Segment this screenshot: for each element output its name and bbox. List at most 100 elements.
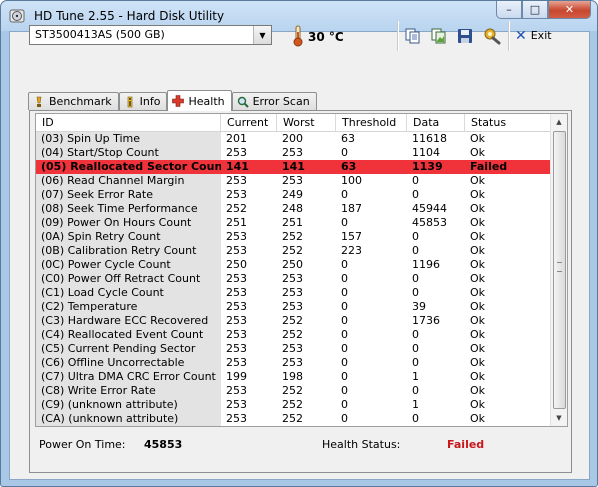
column-header-data[interactable]: Data bbox=[407, 114, 465, 131]
table-cell-data: 45853 bbox=[412, 216, 447, 229]
table-row[interactable]: (0C) Power Cycle Count 250 250 0 1196 Ok bbox=[36, 258, 552, 272]
app-window: HD Tune 2.55 - Hard Disk Utility – □ ✕ S… bbox=[0, 0, 598, 487]
table-cell-worst: 252 bbox=[282, 398, 303, 411]
table-cell-id: (0B) Calibration Retry Count bbox=[36, 244, 221, 258]
table-row[interactable]: (04) Start/Stop Count 253 253 0 1104 Ok bbox=[36, 146, 552, 160]
table-cell-status: Ok bbox=[470, 202, 486, 215]
table-cell-current: 253 bbox=[226, 272, 247, 285]
table-cell-data: 0 bbox=[412, 188, 419, 201]
window-title: HD Tune 2.55 - Hard Disk Utility bbox=[34, 9, 225, 23]
table-header: ID Current Worst Threshold Data Status bbox=[36, 114, 552, 132]
table-cell-worst: 253 bbox=[282, 300, 303, 313]
table-cell-id: (03) Spin Up Time bbox=[36, 132, 221, 146]
table-row[interactable]: (C5) Current Pending Sector 253 253 0 0 Ok bbox=[36, 342, 552, 356]
table-cell-id: (06) Read Channel Margin bbox=[36, 174, 221, 188]
table-cell-worst: 253 bbox=[282, 342, 303, 355]
table-cell-threshold: 0 bbox=[341, 146, 348, 159]
table-cell-id: (C5) Current Pending Sector bbox=[36, 342, 221, 356]
scroll-down-arrow-icon[interactable]: ▼ bbox=[551, 410, 567, 426]
tab-benchmark[interactable]: Benchmark bbox=[28, 92, 119, 110]
table-cell-current: 253 bbox=[226, 314, 247, 327]
table-cell-data: 1 bbox=[412, 370, 419, 383]
table-cell-worst: 253 bbox=[282, 272, 303, 285]
table-row[interactable]: (06) Read Channel Margin 253 253 100 0 Ok bbox=[36, 174, 552, 188]
column-header-current[interactable]: Current bbox=[221, 114, 277, 131]
vertical-scrollbar[interactable]: ▲ ▼ bbox=[550, 114, 567, 426]
table-cell-status: Ok bbox=[470, 384, 486, 397]
table-cell-threshold: 100 bbox=[341, 174, 362, 187]
close-button[interactable]: ✕ bbox=[548, 1, 591, 19]
tab-health[interactable]: Health bbox=[167, 90, 232, 111]
table-cell-threshold: 0 bbox=[341, 286, 348, 299]
table-row[interactable]: (0A) Spin Retry Count 253 252 157 0 Ok bbox=[36, 230, 552, 244]
table-body: (03) Spin Up Time 201 200 63 11618 Ok (04) Sta… bbox=[36, 132, 552, 426]
table-cell-data: 1139 bbox=[412, 160, 443, 173]
column-header-worst[interactable]: Worst bbox=[277, 114, 336, 131]
table-cell-id: (C7) Ultra DMA CRC Error Count bbox=[36, 370, 221, 384]
copy-icon bbox=[405, 28, 420, 44]
column-header-status[interactable]: Status bbox=[465, 114, 552, 131]
health-cross-icon bbox=[172, 95, 185, 107]
hdtune-app-icon bbox=[9, 9, 25, 23]
maximize-button[interactable]: □ bbox=[522, 1, 548, 19]
table-row[interactable]: (05) Reallocated Sector Count 141 141 63 113… bbox=[36, 160, 552, 174]
copy-text-button[interactable] bbox=[403, 26, 423, 46]
table-cell-current: 201 bbox=[226, 132, 247, 145]
minimize-button[interactable]: – bbox=[496, 1, 522, 19]
exit-button[interactable]: ✕ Exit bbox=[515, 29, 552, 43]
health-status-label: Health Status: bbox=[322, 438, 401, 451]
table-cell-worst: 252 bbox=[282, 244, 303, 257]
smart-attributes-table[interactable]: ID Current Worst Threshold Data Status (… bbox=[35, 113, 568, 427]
table-cell-id: (09) Power On Hours Count bbox=[36, 216, 221, 230]
table-cell-current: 250 bbox=[226, 258, 247, 271]
drive-select[interactable]: ST3500413AS (500 GB) ▼ bbox=[29, 25, 272, 45]
copy-screenshot-button[interactable] bbox=[429, 26, 449, 46]
minimize-icon: – bbox=[506, 3, 512, 16]
table-cell-status: Ok bbox=[470, 398, 486, 411]
table-cell-id: (C3) Hardware ECC Recovered bbox=[36, 314, 221, 328]
table-cell-worst: 252 bbox=[282, 314, 303, 327]
table-cell-data: 1 bbox=[412, 398, 419, 411]
table-cell-threshold: 157 bbox=[341, 230, 362, 243]
table-cell-threshold: 0 bbox=[341, 314, 348, 327]
table-cell-data: 0 bbox=[412, 286, 419, 299]
table-row[interactable]: (C3) Hardware ECC Recovered 253 252 0 1736 Ok bbox=[36, 314, 552, 328]
table-cell-threshold: 0 bbox=[341, 398, 348, 411]
table-row[interactable]: (07) Seek Error Rate 253 249 0 0 Ok bbox=[36, 188, 552, 202]
status-area: Power On Time: 45853 Health Status: Fail… bbox=[39, 438, 559, 454]
table-row[interactable]: (CA) (unknown attribute) 253 252 0 0 Ok bbox=[36, 412, 552, 426]
tab-error-scan[interactable]: Error Scan bbox=[231, 92, 317, 110]
save-button[interactable] bbox=[455, 26, 475, 46]
table-cell-worst: 250 bbox=[282, 258, 303, 271]
table-row[interactable]: (C7) Ultra DMA CRC Error Count 199 198 0 1 Ok bbox=[36, 370, 552, 384]
table-cell-id: (C9) (unknown attribute) bbox=[36, 398, 221, 412]
table-row[interactable]: (C9) (unknown attribute) 253 252 0 1 Ok bbox=[36, 398, 552, 412]
chevron-down-icon[interactable]: ▼ bbox=[253, 26, 271, 44]
magnifier-icon bbox=[237, 96, 249, 108]
table-row[interactable]: (09) Power On Hours Count 251 251 0 45853 Ok bbox=[36, 216, 552, 230]
tab-info[interactable]: Info bbox=[118, 92, 168, 110]
scroll-up-arrow-icon[interactable]: ▲ bbox=[551, 114, 567, 130]
table-cell-data: 0 bbox=[412, 356, 419, 369]
column-header-threshold[interactable]: Threshold bbox=[336, 114, 407, 131]
scrollbar-thumb[interactable] bbox=[553, 131, 566, 409]
options-button[interactable] bbox=[482, 26, 502, 46]
table-row[interactable]: (C1) Load Cycle Count 253 253 0 0 Ok bbox=[36, 286, 552, 300]
power-on-time-value: 45853 bbox=[144, 438, 183, 451]
table-cell-threshold: 0 bbox=[341, 328, 348, 341]
table-row[interactable]: (C8) Write Error Rate 253 252 0 0 Ok bbox=[36, 384, 552, 398]
table-cell-threshold: 0 bbox=[341, 272, 348, 285]
column-header-id[interactable]: ID bbox=[36, 114, 221, 131]
table-row[interactable]: (C0) Power Off Retract Count 253 253 0 0 Ok bbox=[36, 272, 552, 286]
table-row[interactable]: (C2) Temperature 253 253 0 39 Ok bbox=[36, 300, 552, 314]
table-cell-id: (0A) Spin Retry Count bbox=[36, 230, 221, 244]
table-row[interactable]: (08) Seek Time Performance 252 248 187 45944… bbox=[36, 202, 552, 216]
table-row[interactable]: (C6) Offline Uncorrectable 253 253 0 0 Ok bbox=[36, 356, 552, 370]
table-row[interactable]: (C4) Reallocated Event Count 253 252 0 0 Ok bbox=[36, 328, 552, 342]
table-cell-threshold: 187 bbox=[341, 202, 362, 215]
table-cell-data: 1196 bbox=[412, 258, 440, 271]
table-cell-threshold: 0 bbox=[341, 412, 348, 425]
table-row[interactable]: (03) Spin Up Time 201 200 63 11618 Ok bbox=[36, 132, 552, 146]
table-cell-status: Ok bbox=[470, 188, 486, 201]
table-row[interactable]: (0B) Calibration Retry Count 253 252 223 0 Ok bbox=[36, 244, 552, 258]
